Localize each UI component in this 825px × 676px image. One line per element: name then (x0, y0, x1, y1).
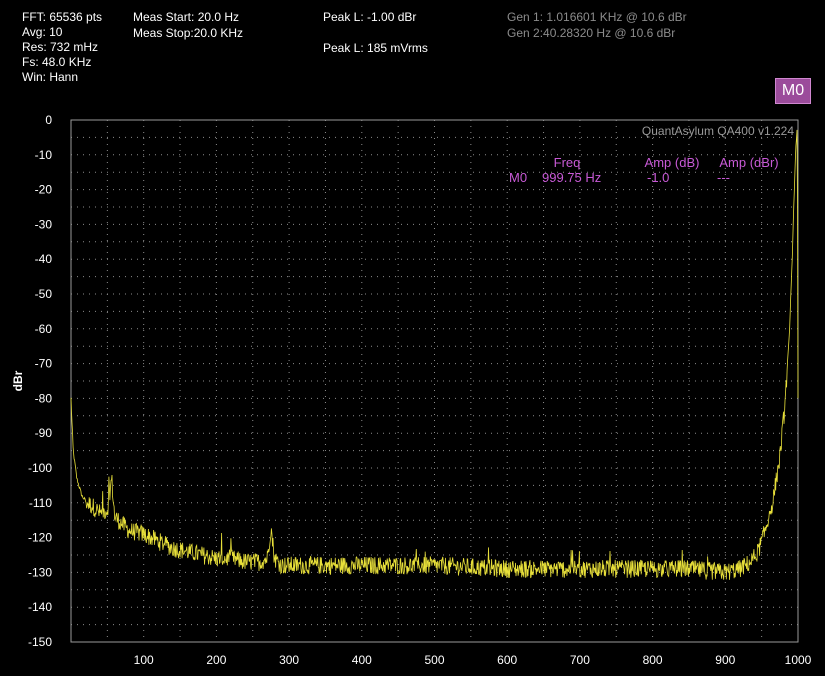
marker-header-amp-db: Amp (dB) (645, 155, 700, 170)
y-tick-label: -30 (35, 217, 53, 231)
y-tick-label: -80 (35, 391, 53, 405)
fft-chart: 0 -10 -20 -30 -40 -50 -60 -70 -80 -90 -100 -110 -120… (11, 113, 812, 667)
y-tick-label: -130 (28, 565, 52, 579)
y-tick-label: -90 (35, 426, 53, 440)
marker-row-amp-db: -1.0 (647, 170, 669, 185)
x-tick-label: 1000 (785, 653, 812, 667)
x-tick-label: 200 (206, 653, 226, 667)
y-tick-label: 0 (45, 113, 52, 127)
marker-header-amp-dbr: Amp (dBr) (719, 155, 778, 170)
y-tick-label: -120 (28, 531, 52, 545)
x-tick-label: 300 (279, 653, 299, 667)
y-tick-label: -140 (28, 600, 52, 614)
x-tick-label: 100 (134, 653, 154, 667)
x-axis-ticks: 100 200 300 400 500 600 700 800 900 1000 (134, 653, 812, 667)
y-axis-title: dBr (11, 370, 25, 391)
y-tick-label: -40 (35, 252, 53, 266)
y-tick-label: -60 (35, 322, 53, 336)
marker-row-amp-dbr: --- (717, 170, 730, 185)
marker-header-freq: Freq (554, 155, 581, 170)
y-tick-label: -110 (29, 496, 52, 510)
x-tick-label: 700 (570, 653, 590, 667)
x-tick-label: 500 (424, 653, 444, 667)
y-axis-ticks: 0 -10 -20 -30 -40 -50 -60 -70 -80 -90 -100 -110 -120… (28, 113, 52, 649)
x-tick-label: 600 (497, 653, 517, 667)
marker-row-name: M0 (509, 170, 527, 185)
marker-row-freq: 999.75 Hz (542, 170, 601, 185)
y-tick-label: -150 (28, 635, 52, 649)
x-tick-label: 400 (352, 653, 372, 667)
x-tick-label: 900 (715, 653, 735, 667)
x-tick-label: 800 (643, 653, 663, 667)
y-tick-label: -20 (35, 183, 53, 197)
y-tick-label: -100 (28, 461, 52, 475)
y-tick-label: -10 (35, 148, 53, 162)
y-tick-label: -50 (35, 287, 53, 301)
y-tick-label: -70 (35, 357, 53, 371)
marker-table: Freq Amp (dB) Amp (dBr) M0 999.75 Hz -1.… (509, 155, 779, 185)
app-watermark: QuantAsylum QA400 v1.224 (642, 124, 794, 138)
